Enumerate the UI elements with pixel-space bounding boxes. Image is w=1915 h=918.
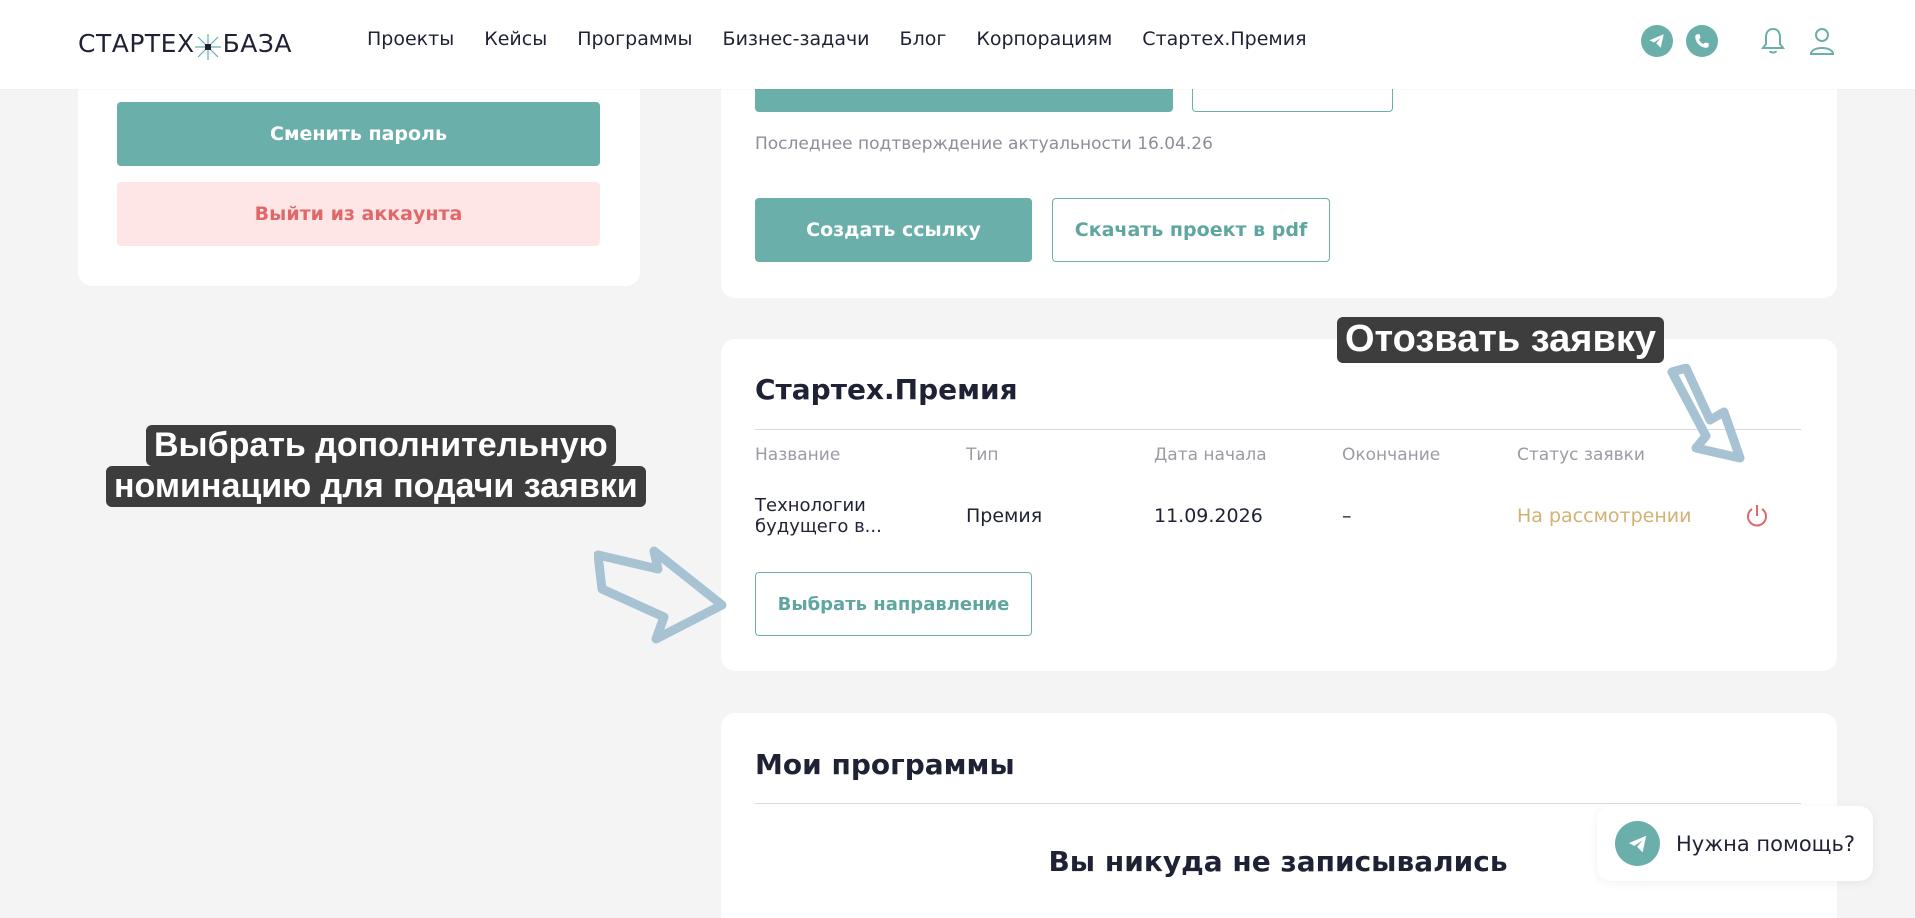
col-status: Статус заявки [1517, 445, 1645, 465]
col-type: Тип [966, 445, 999, 465]
logo-text-left: СТАРТЕХ [78, 28, 195, 58]
choose-callout-line2: номинацию для подачи заявки [106, 466, 646, 507]
create-link-button[interactable]: Создать ссылку [755, 198, 1032, 262]
premium-title: Стартех.Премия [755, 373, 1018, 406]
withdraw-callout: Отозвать заявку [1337, 317, 1664, 363]
power-icon[interactable] [1743, 502, 1771, 530]
help-widget[interactable]: Нужна помощь? [1597, 806, 1873, 881]
col-start: Дата начала [1154, 445, 1267, 465]
col-name: Название [755, 445, 841, 465]
logo-text-right: БАЗА [222, 28, 292, 58]
col-end: Окончание [1342, 445, 1441, 465]
phone-icon[interactable] [1686, 25, 1718, 57]
arrow-down-right-icon [1667, 364, 1745, 463]
nav-programs[interactable]: Программы [577, 28, 692, 50]
user-icon[interactable] [1806, 25, 1838, 57]
change-password-button[interactable]: Сменить пароль [117, 102, 600, 166]
telegram-icon[interactable] [1641, 25, 1673, 57]
cell-status: На рассмотрении [1517, 505, 1692, 527]
arrow-right-icon [594, 546, 727, 644]
help-telegram-icon [1615, 821, 1660, 866]
nav-corporations[interactable]: Корпорациям [976, 28, 1112, 50]
logout-button[interactable]: Выйти из аккаунта [117, 182, 600, 246]
nav-business-tasks[interactable]: Бизнес-задачи [723, 28, 870, 50]
logo[interactable]: СТАРТЕХ БАЗА [78, 22, 292, 64]
programs-title: Мои программы [755, 748, 1015, 781]
nav-cases[interactable]: Кейсы [484, 28, 547, 50]
cell-end: – [1342, 505, 1352, 527]
logo-star-icon [194, 34, 221, 60]
last-confirmation-text: Последнее подтверждение актуальности 16.… [755, 134, 1213, 154]
choose-direction-button[interactable]: Выбрать направление [755, 572, 1032, 636]
cell-type: Премия [966, 505, 1043, 527]
premium-divider [755, 429, 1801, 430]
bell-icon[interactable] [1757, 25, 1789, 57]
main-nav: Проекты Кейсы Программы Бизнес-задачи Бл… [367, 28, 1337, 50]
cell-start: 11.09.2026 [1154, 505, 1263, 527]
download-pdf-button[interactable]: Скачать проект в pdf [1052, 198, 1330, 262]
nav-projects[interactable]: Проекты [367, 28, 454, 50]
choose-callout-line1: Выбрать дополнительную [146, 425, 616, 466]
help-label: Нужна помощь? [1676, 831, 1855, 856]
nav-blog[interactable]: Блог [900, 28, 947, 50]
site-header: СТАРТЕХ БАЗА Проекты Кейсы Программы Биз… [0, 0, 1915, 89]
programs-divider [755, 803, 1801, 804]
cell-name: Технологии будущего в... [755, 495, 882, 537]
nav-premium[interactable]: Стартех.Премия [1142, 28, 1306, 50]
